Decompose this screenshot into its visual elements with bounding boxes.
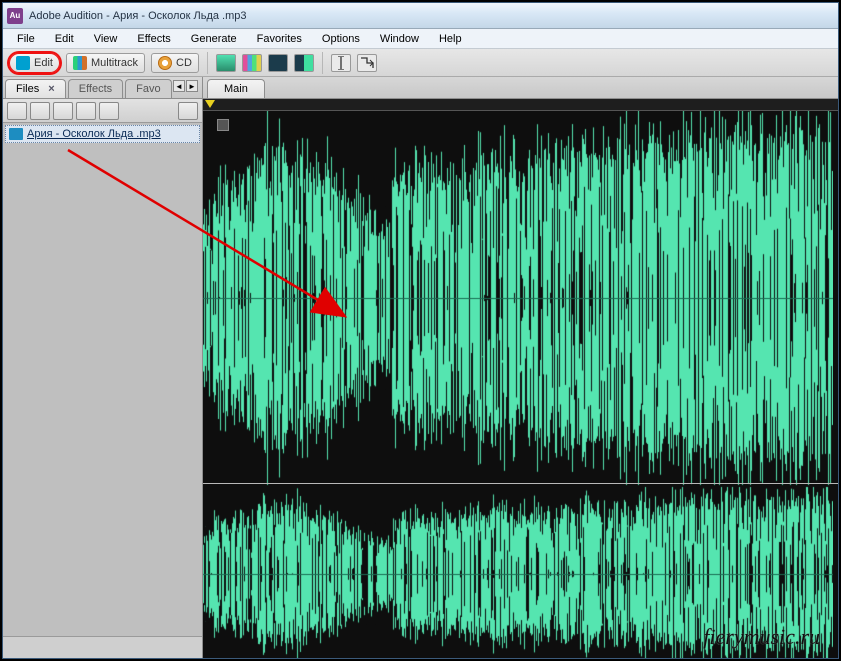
mode-cd-label: CD (176, 57, 192, 69)
file-list[interactable]: Ария - Осколок Льда .mp3 (3, 123, 202, 636)
menu-options[interactable]: Options (312, 31, 370, 47)
watermark-text: fierymusic.ru (703, 624, 820, 650)
menu-file[interactable]: File (7, 31, 45, 47)
insert-cd-button[interactable] (76, 102, 96, 120)
sidebar-tabs: Files × Effects Favo ◄ ► (3, 77, 202, 99)
waveform-icon (16, 56, 30, 70)
mode-edit-label: Edit (34, 57, 53, 69)
view-frequency-button[interactable] (242, 54, 262, 72)
close-icon[interactable]: × (48, 83, 54, 95)
waveform-canvas[interactable] (203, 111, 833, 658)
toolbar-separator (207, 52, 208, 74)
import-file-button[interactable] (7, 102, 27, 120)
mode-multitrack-label: Multitrack (91, 57, 138, 69)
channel-divider (203, 483, 838, 484)
view-handle[interactable] (217, 119, 229, 131)
options-button[interactable] (178, 102, 198, 120)
tab-effects-label: Effects (79, 83, 112, 95)
title-bar: Au Adobe Audition - Ария - Осколок Льда … (3, 3, 838, 29)
multitrack-icon (73, 56, 87, 70)
tab-main[interactable]: Main (207, 79, 265, 98)
mode-multitrack-button[interactable]: Multitrack (66, 53, 145, 73)
view-phase-button[interactable] (294, 54, 314, 72)
tab-scroll-left[interactable]: ◄ (173, 80, 185, 92)
files-toolbar (3, 99, 202, 123)
edit-file-button[interactable] (99, 102, 119, 120)
tab-favorites[interactable]: Favo (125, 79, 171, 98)
audio-file-icon (9, 128, 23, 140)
file-item-label: Ария - Осколок Льда .mp3 (27, 128, 161, 140)
tab-favorites-label: Favo (136, 83, 160, 95)
view-pan-button[interactable] (268, 54, 288, 72)
tool-ibeam-button[interactable] (331, 54, 351, 72)
menu-bar: File Edit View Effects Generate Favorite… (3, 29, 838, 49)
workspace: Files × Effects Favo ◄ ► (3, 77, 838, 658)
window-title: Adobe Audition - Ария - Осколок Льда .mp… (29, 10, 247, 22)
tab-main-label: Main (224, 83, 248, 95)
editor-tabs: Main (203, 77, 838, 99)
menu-edit[interactable]: Edit (45, 31, 84, 47)
timeline-ruler[interactable] (203, 99, 838, 111)
sidebar-footer (3, 636, 202, 658)
close-file-button[interactable] (30, 102, 50, 120)
playhead-marker-icon[interactable] (205, 100, 215, 108)
insert-multitrack-button[interactable] (53, 102, 73, 120)
tab-scroll-right[interactable]: ► (186, 80, 198, 92)
menu-effects[interactable]: Effects (127, 31, 180, 47)
menu-view[interactable]: View (84, 31, 128, 47)
app-window: Au Adobe Audition - Ария - Осколок Льда … (2, 2, 839, 659)
file-item[interactable]: Ария - Осколок Льда .mp3 (5, 125, 200, 143)
menu-generate[interactable]: Generate (181, 31, 247, 47)
menu-window[interactable]: Window (370, 31, 429, 47)
mode-edit-button[interactable]: Edit (9, 53, 60, 73)
app-icon: Au (7, 8, 23, 24)
menu-help[interactable]: Help (429, 31, 472, 47)
cd-icon (158, 56, 172, 70)
tab-files-label: Files (16, 83, 39, 95)
editor-area: Main fierymusic.ru (203, 77, 838, 658)
tab-effects[interactable]: Effects (68, 79, 123, 98)
mode-cd-button[interactable]: CD (151, 53, 199, 73)
waveform-view[interactable]: fierymusic.ru (203, 111, 838, 658)
toolbar-separator (322, 52, 323, 74)
sidebar: Files × Effects Favo ◄ ► (3, 77, 203, 658)
menu-favorites[interactable]: Favorites (247, 31, 312, 47)
view-spectral-button[interactable] (216, 54, 236, 72)
tool-marquee-button[interactable] (357, 54, 377, 72)
mode-toolbar: Edit Multitrack CD (3, 49, 838, 77)
tab-files[interactable]: Files × (5, 79, 66, 98)
